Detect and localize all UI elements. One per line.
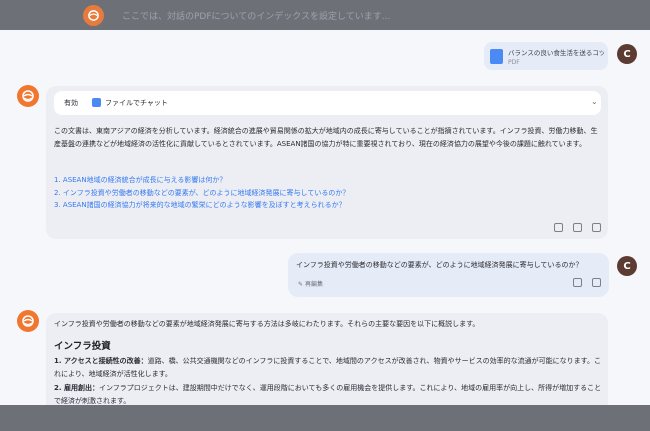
pdf-file-icon (490, 49, 503, 64)
re-edit-button[interactable]: ✎ 再編集 (298, 279, 323, 288)
file-name: バランスの良い食生活を送るコツ... (508, 49, 604, 57)
answer-list-item: 2. 雇用創出：インフラプロジェクトは、建設期間中だけでなく、運用段階においても… (54, 382, 602, 405)
bot-response-bubble: 有効 ファイルでチャット ⌄ この文書は、東南アジアの経済を分析しています。経済… (46, 86, 608, 239)
suggested-questions: 1. ASEAN地域の経済統合が成長に与える影響は何か？ 2. インフラ投資や労… (54, 174, 349, 212)
suggested-question[interactable]: 3. ASEAN諸国の経済協力が将来的な地域の繁栄にどのような影響を及ぼすと考え… (54, 199, 349, 212)
top-bar: ここでは、対話のPDFについてのインデックスを設定しています... (0, 0, 650, 30)
bot-avatar-icon (17, 310, 39, 332)
answer-list-item: 1. アクセスと接続性の改善：道路、橋、公共交通機関などのインフラに投資すること… (54, 355, 602, 381)
card-label: ファイルでチャット (105, 99, 168, 107)
suggested-question[interactable]: 2. インフラ投資や労働者の移動などの要素が、どのように地域経済発展に寄与してい… (54, 187, 349, 200)
file-attachment[interactable]: バランスの良い食生活を送るコツ... PDF (484, 42, 608, 70)
response-actions (554, 223, 601, 232)
delete-icon[interactable] (573, 278, 582, 287)
delete-icon[interactable] (554, 223, 563, 232)
user-avatar: C (617, 256, 637, 276)
answer-intro: インフラ投資や労働者の移動などの要素が地域経済発展に寄与する方法は多岐にわたりま… (54, 320, 480, 328)
topbar-message: ここでは、対話のPDFについてのインデックスを設定しています... (122, 12, 391, 22)
item-title: 2. 雇用創出： (54, 384, 99, 392)
card-status: 有効 (64, 99, 78, 107)
user-message-actions (573, 278, 601, 287)
file-chat-card[interactable]: 有効 ファイルでチャット ⌄ (54, 91, 601, 115)
share-icon[interactable] (592, 223, 601, 232)
answer-heading: インフラ投資 (54, 341, 111, 352)
file-type: PDF (508, 59, 520, 66)
bot-logo-icon (83, 5, 104, 26)
bot-answer-bubble: インフラ投資や労働者の移動などの要素が地域経済発展に寄与する方法は多岐にわたりま… (46, 313, 608, 405)
suggested-question[interactable]: 1. ASEAN地域の経済統合が成長に与える影響は何か？ (54, 174, 349, 187)
user-message-bubble: インフラ投資や労働者の移動などの要素が、どのように地域経済発展に寄与しているのか… (288, 253, 609, 297)
document-icon (92, 98, 101, 107)
chevron-down-icon[interactable]: ⌄ (591, 97, 598, 106)
item-body: インフラプロジェクトは、建設期間中だけでなく、運用段階においても多くの雇用機会を… (54, 384, 602, 405)
user-message-text: インフラ投資や労働者の移動などの要素が、どのように地域経済発展に寄与しているのか… (296, 261, 583, 269)
user-avatar: C (617, 44, 637, 64)
copy-icon[interactable] (573, 223, 582, 232)
re-edit-label: 再編集 (304, 281, 323, 288)
chat-area: バランスの良い食生活を送るコツ... PDF C 有効 ファイルでチャット ⌄ … (0, 30, 650, 405)
bot-avatar-icon (17, 85, 39, 107)
item-title: 1. アクセスと接続性の改善： (54, 357, 148, 365)
bottom-bar (0, 405, 650, 431)
copy-icon[interactable] (592, 278, 601, 287)
summary-text: この文書は、東南アジアの経済を分析しています。経済統合の進展や貿易関係の拡大が地… (54, 127, 598, 149)
